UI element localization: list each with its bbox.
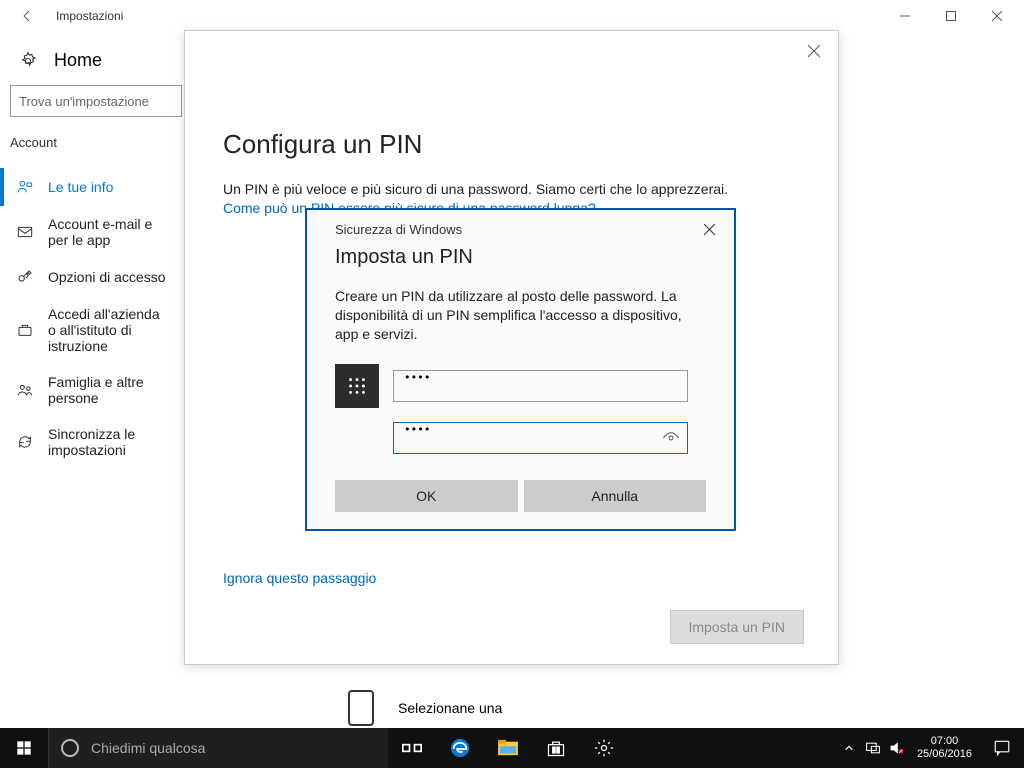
nav-label: Opzioni di accesso [48,269,166,285]
cortana-search[interactable]: Chiedimi qualcosa [48,728,388,768]
people-icon [16,381,34,399]
security-close-button[interactable] [698,218,720,240]
nav-your-info[interactable]: Le tue info [10,168,173,206]
back-button[interactable] [16,5,38,27]
person-icon [16,178,34,196]
reveal-password-icon[interactable] [662,429,680,447]
volume-icon[interactable] [885,728,909,768]
nav-label: Le tue info [48,179,113,195]
nav-signin-options[interactable]: Opzioni di accesso [10,258,173,296]
action-center-icon[interactable] [980,728,1024,768]
skip-link[interactable]: Ignora questo passaggio [223,570,376,586]
maximize-button[interactable] [928,0,974,32]
seleziona-hint: Selezionane una [348,690,502,726]
network-icon[interactable] [861,728,885,768]
nav-work-access[interactable]: Accedi all'azienda o all'istituto di ist… [10,296,173,364]
overlay-title: Configura un PIN [223,129,800,160]
tray-chevron-icon[interactable] [837,728,861,768]
minimize-button[interactable] [882,0,928,32]
nav-label: Famiglia e altre persone [48,374,167,406]
key-icon [16,268,34,286]
security-title: Imposta un PIN [335,246,706,269]
nav-label: Sincronizza le impostazioni [48,426,167,458]
store-icon[interactable] [532,728,580,768]
overlay-close-button[interactable] [796,37,832,65]
mail-icon [16,223,34,241]
file-explorer-icon[interactable] [484,728,532,768]
windows-security-dialog: Sicurezza di Windows Imposta un PIN Crea… [305,208,736,531]
security-desc: Creare un PIN da utilizzare al posto del… [335,287,706,344]
security-header: Sicurezza di Windows [335,222,462,237]
pin-input[interactable]: •••• [393,370,688,402]
category-label: Account [10,135,173,150]
window-title: Impostazioni [56,9,123,23]
cortana-icon [61,739,79,757]
home-label[interactable]: Home [54,50,102,71]
cancel-button[interactable]: Annulla [524,480,707,512]
taskbar-clock[interactable]: 07:00 25/06/2016 [909,735,980,761]
ok-button[interactable]: OK [335,480,518,512]
taskbar: Chiedimi qualcosa [0,728,1024,768]
start-button[interactable] [0,728,48,768]
nav-family[interactable]: Famiglia e altre persone [10,364,173,416]
pin-confirm-input[interactable]: •••• [393,422,688,454]
gear-icon [18,51,38,71]
close-button[interactable] [974,0,1020,32]
nav-sync[interactable]: Sincronizza le impostazioni [10,416,173,468]
nav-label: Accedi all'azienda o all'istituto di ist… [48,306,167,354]
keypad-icon [335,364,379,408]
task-view-button[interactable] [388,728,436,768]
sync-icon [16,433,34,451]
taskbar-settings-icon[interactable] [580,728,628,768]
titlebar: Impostazioni [0,0,1024,32]
set-pin-button[interactable]: Imposta un PIN [670,610,805,644]
overlay-desc: Un PIN è più veloce e più sicuro di una … [223,180,800,200]
device-icon [348,690,374,726]
sidebar: Trova un'impostazione Account Le tue inf… [0,85,183,468]
search-input[interactable]: Trova un'impostazione [10,85,182,117]
briefcase-icon [16,321,34,339]
nav-label: Account e-mail e per le app [48,216,167,248]
nav-email-accounts[interactable]: Account e-mail e per le app [10,206,173,258]
edge-icon[interactable] [436,728,484,768]
